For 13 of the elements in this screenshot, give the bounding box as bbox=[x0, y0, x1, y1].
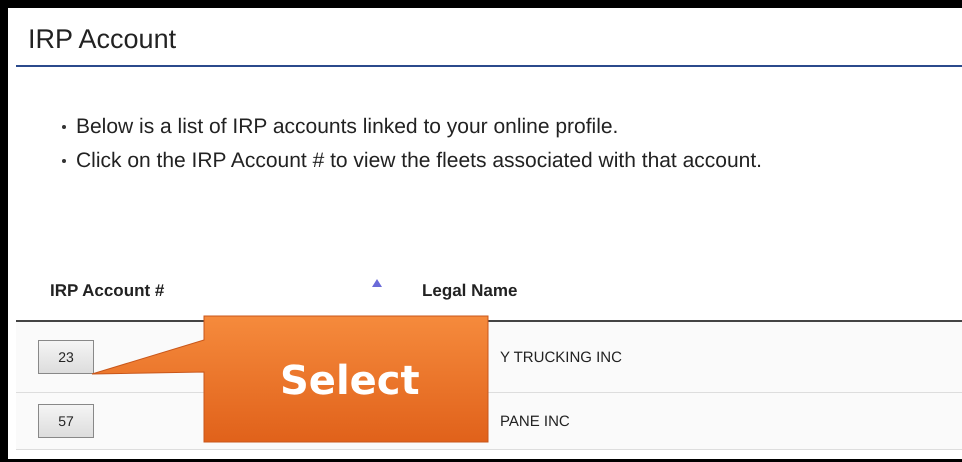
callout-label: Select bbox=[280, 358, 420, 404]
bullet-icon bbox=[62, 159, 66, 163]
instruction-text: Click on the IRP Account # to view the fleets associated with that account. bbox=[76, 148, 762, 174]
account-number-button[interactable]: 57 bbox=[38, 404, 94, 438]
page-title: IRP Account bbox=[16, 8, 962, 67]
sort-ascending-icon[interactable] bbox=[372, 279, 382, 287]
bullet-icon bbox=[62, 125, 66, 129]
column-header[interactable]: Legal Name bbox=[422, 281, 518, 301]
legal-name-cell: PANE INC bbox=[500, 412, 570, 430]
instruction-text: Below is a list of IRP accounts linked to your online profile. bbox=[76, 114, 618, 140]
legal-name-cell: Y TRUCKING INC bbox=[500, 348, 622, 366]
account-number-button[interactable]: 23 bbox=[38, 340, 94, 374]
column-header[interactable]: IRP Account # bbox=[50, 281, 164, 301]
